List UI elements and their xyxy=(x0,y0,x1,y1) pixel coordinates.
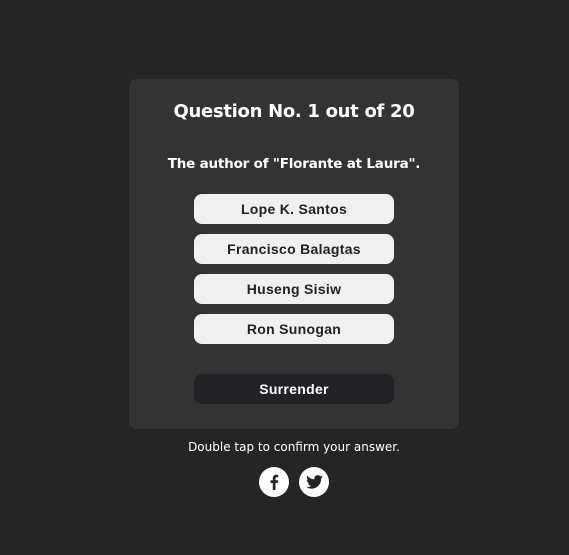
question-text: The author of "Florante at Laura". xyxy=(167,156,421,172)
question-number-heading: Question No. 1 out of 20 xyxy=(173,101,415,122)
quiz-card: Question No. 1 out of 20 The author of "… xyxy=(129,79,459,429)
twitter-icon xyxy=(305,475,323,489)
answer-choice-button[interactable]: Huseng Sisiw xyxy=(194,274,394,304)
answer-choice-button[interactable]: Lope K. Santos xyxy=(194,194,394,224)
answer-choice-button[interactable]: Ron Sunogan xyxy=(194,314,394,344)
surrender-button[interactable]: Surrender xyxy=(194,374,394,404)
quiz-page: Question No. 1 out of 20 The author of "… xyxy=(0,0,569,555)
facebook-icon xyxy=(269,474,279,490)
answer-choice-button[interactable]: Francisco Balagtas xyxy=(194,234,394,264)
facebook-share-button[interactable] xyxy=(259,467,289,497)
twitter-share-button[interactable] xyxy=(299,467,329,497)
confirm-hint-text: Double tap to confirm your answer. xyxy=(188,440,400,454)
